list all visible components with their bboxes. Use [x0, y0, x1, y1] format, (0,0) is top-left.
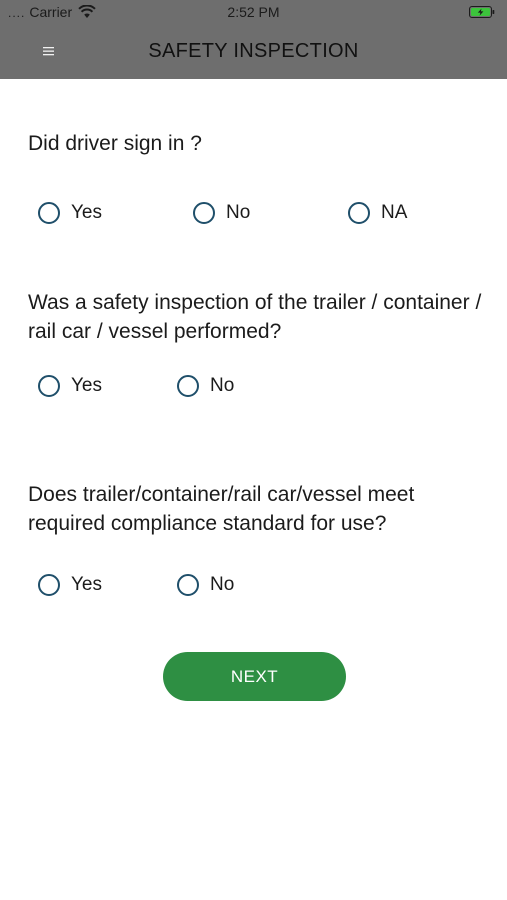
q1-option-no[interactable]: No [193, 202, 250, 224]
status-bar: .... Carrier 2:52 PM [0, 0, 507, 26]
q3-option-yes[interactable]: Yes [38, 574, 102, 596]
q2-option-yes[interactable]: Yes [38, 375, 102, 397]
radio-label: Yes [71, 574, 102, 595]
status-time: 2:52 PM [227, 4, 280, 20]
radio-button[interactable] [38, 375, 60, 397]
radio-label: NA [381, 202, 408, 223]
radio-button[interactable] [177, 574, 199, 596]
nav-bar: SAFETY INSPECTION [0, 26, 507, 79]
radio-button[interactable] [348, 202, 370, 224]
radio-label: Yes [71, 202, 102, 223]
radio-button[interactable] [193, 202, 215, 224]
question-safety-inspection-performed: Was a safety inspection of the trailer /… [28, 291, 482, 343]
q1-option-na[interactable]: NA [348, 202, 407, 224]
next-button-label: NEXT [230, 666, 279, 686]
radio-label: No [210, 574, 235, 595]
question-driver-sign-in: Did driver sign in ? [28, 132, 202, 155]
page-title: SAFETY INSPECTION [148, 40, 359, 62]
radio-label: No [210, 375, 235, 396]
q2-option-no[interactable]: No [177, 375, 234, 397]
question-compliance-standard: Does trailer/container/rail car/vessel m… [28, 483, 415, 535]
battery-charging-icon [469, 6, 495, 18]
top-bar: .... Carrier 2:52 PM SAFETY INSPECTION [0, 0, 507, 79]
q1-option-yes[interactable]: Yes [38, 202, 102, 224]
next-button[interactable]: NEXT [163, 652, 346, 701]
radio-button[interactable] [38, 202, 60, 224]
radio-button[interactable] [177, 375, 199, 397]
radio-label: No [226, 202, 251, 223]
q3-option-no[interactable]: No [177, 574, 234, 596]
radio-button[interactable] [38, 574, 60, 596]
radio-label: Yes [71, 375, 102, 396]
